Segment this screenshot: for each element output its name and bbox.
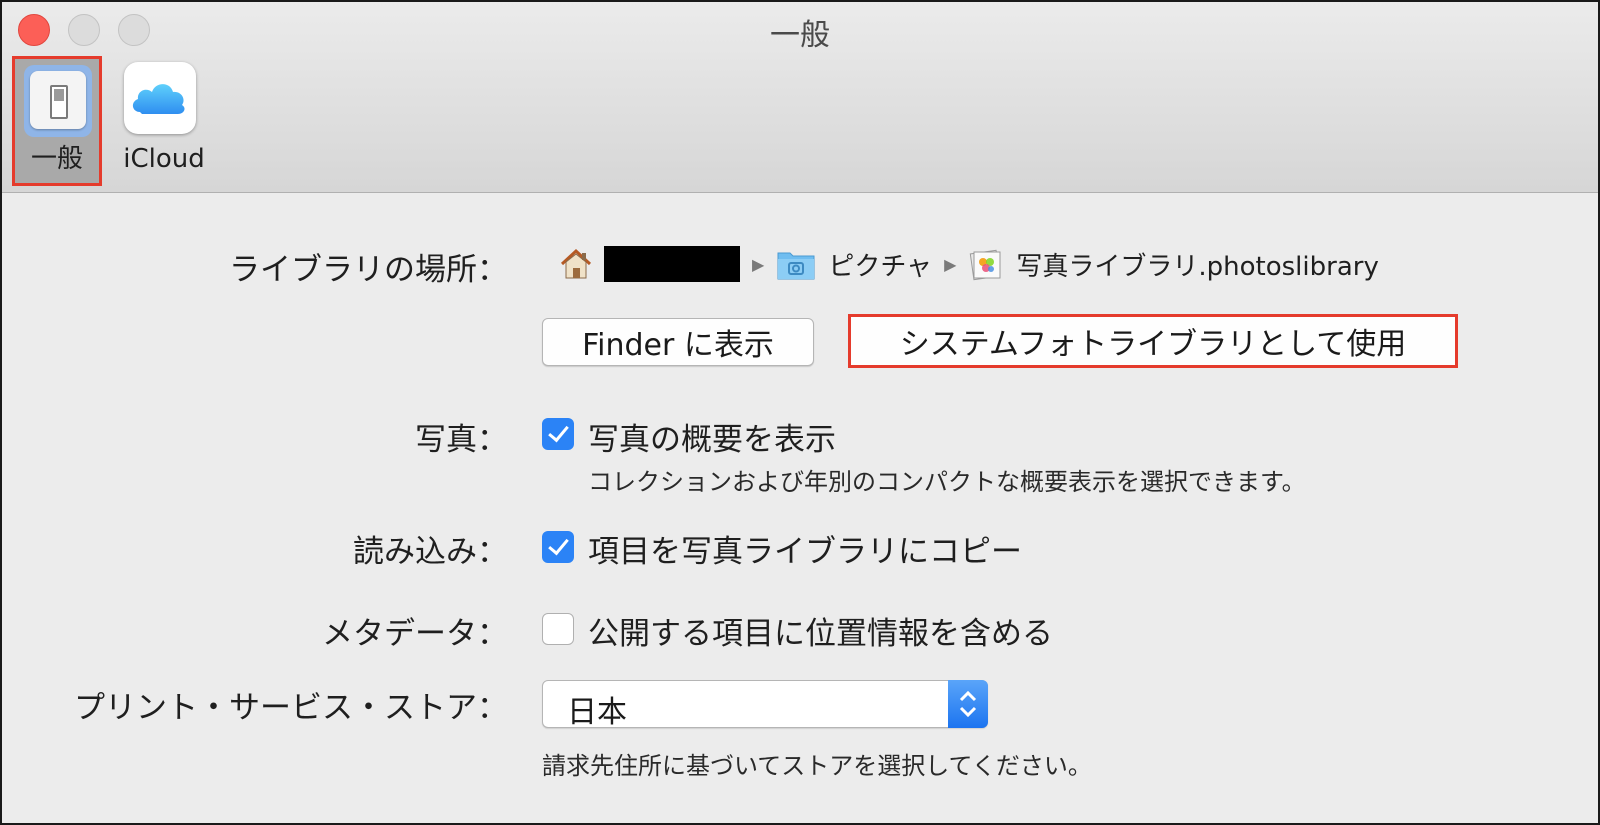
print-store-value: 日本 — [567, 695, 627, 730]
general-switch-icon — [50, 85, 68, 119]
tab-general-label: 一般 — [30, 144, 83, 174]
toolbar: 一般 一般 iCloud — [2, 2, 1598, 193]
library-path[interactable]: ▶ ピクチャ ▶ 写真ライブラリ.photoslibrary — [558, 242, 1379, 286]
show-summary-label: 写真の概要を表示 — [588, 422, 836, 458]
redacted-username — [604, 246, 740, 282]
photos-library-icon — [970, 249, 1001, 281]
tab-icloud[interactable]: iCloud — [116, 56, 212, 186]
icloud-tile — [124, 62, 196, 134]
preferences-window: 一般 一般 iCloud ライブラリの場所： ▶ ピクチャ ▶ 写真ライブラリ.… — [0, 0, 1600, 825]
icloud-icon — [132, 84, 185, 114]
path-separator-icon: ▶ — [752, 254, 765, 274]
use-as-system-photo-library-button[interactable]: システムフォトライブラリとして使用 — [848, 314, 1458, 368]
print-store-select[interactable]: 日本 — [542, 680, 988, 730]
tab-icloud-label: iCloud — [123, 144, 205, 174]
library-location-label: ライブラリの場所： — [229, 252, 508, 288]
copy-to-library-label: 項目を写真ライブラリにコピー — [588, 534, 1022, 570]
select-stepper[interactable] — [948, 680, 988, 728]
tab-general[interactable]: 一般 — [12, 56, 102, 186]
show-summary-checkbox[interactable] — [542, 418, 574, 450]
path-library-label: 写真ライブラリ.photoslibrary — [1016, 251, 1379, 282]
general-tile — [24, 65, 92, 137]
print-store-label: プリント・サービス・ストア： — [74, 690, 508, 726]
import-label: 読み込み： — [353, 534, 508, 570]
copy-to-library-checkbox[interactable] — [542, 531, 574, 563]
show-in-finder-button[interactable]: Finder に表示 — [542, 318, 814, 366]
pictures-folder-icon — [777, 252, 815, 280]
print-store-help-text: 請求先住所に基づいてストアを選択してください。 — [542, 752, 1092, 780]
home-icon — [560, 248, 592, 279]
include-location-checkbox[interactable] — [542, 613, 574, 645]
path-pictures-label: ピクチャ — [828, 251, 933, 282]
metadata-label: メタデータ： — [322, 616, 508, 652]
photos-label: 写真： — [415, 422, 508, 458]
window-title: 一般 — [770, 18, 830, 53]
path-separator-icon: ▶ — [944, 254, 957, 274]
photos-help-text: コレクションおよび年別のコンパクトな概要表示を選択できます。 — [588, 468, 1306, 496]
chevron-up-down-icon — [959, 690, 977, 718]
include-location-label: 公開する項目に位置情報を含める — [588, 616, 1053, 652]
